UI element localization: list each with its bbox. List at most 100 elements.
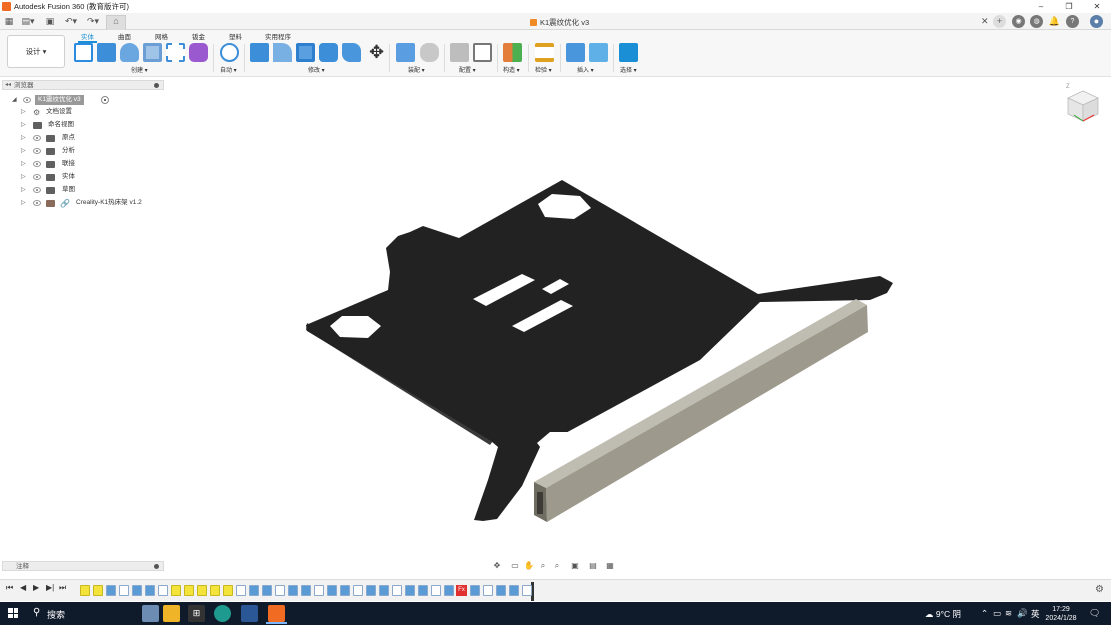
go-to-end-icon[interactable]: ⏭ (59, 583, 66, 593)
minimize-button[interactable]: – (1027, 0, 1055, 13)
tab-mesh[interactable]: 网格 (155, 31, 168, 41)
timeline-feature[interactable] (210, 585, 220, 596)
orbit-icon[interactable]: ✥ (492, 561, 502, 571)
group-select[interactable]: 选择 ▾ (620, 65, 637, 74)
timeline-feature[interactable] (93, 585, 103, 596)
timeline-feature[interactable] (522, 585, 532, 596)
ime-indicator[interactable]: 英 (1031, 608, 1040, 620)
timeline-feature[interactable] (353, 585, 363, 596)
press-pull-icon[interactable] (250, 43, 269, 62)
tree-item-bodies[interactable]: ▷ 实体 (0, 171, 180, 183)
timeline-feature[interactable] (392, 585, 402, 596)
grid-settings-icon[interactable]: ▤ (588, 561, 598, 571)
timeline-feature[interactable] (314, 585, 324, 596)
collapse-icon[interactable]: ◂◂ (5, 81, 11, 90)
timeline-error-feature[interactable]: Fx (456, 585, 467, 596)
timeline-feature[interactable] (236, 585, 246, 596)
insert-icon[interactable] (566, 43, 585, 62)
align-icon[interactable] (342, 43, 361, 62)
timeline-feature[interactable] (119, 585, 129, 596)
tab-close-icon[interactable]: ✕ (981, 16, 989, 27)
timeline-feature[interactable] (327, 585, 337, 596)
network-icon[interactable]: ▭ (993, 608, 1001, 619)
taskbar-file-explorer-icon[interactable] (163, 605, 180, 622)
weather-widget[interactable]: ☁ 9°C 阴 (925, 608, 961, 620)
expand-icon[interactable]: ▷ (21, 184, 26, 196)
eye-icon[interactable] (33, 200, 41, 206)
timeline-feature[interactable] (197, 585, 207, 596)
timeline-feature[interactable] (223, 585, 233, 596)
configure-icon[interactable] (450, 43, 469, 62)
timeline-feature[interactable] (106, 585, 116, 596)
timeline-feature[interactable] (262, 585, 272, 596)
help-icon[interactable]: ? (1066, 15, 1079, 28)
new-tab-icon[interactable]: + (993, 15, 1006, 28)
group-automate[interactable]: 自动 ▾ (220, 65, 237, 74)
document-tab[interactable]: K1震纹优化 v3 (530, 16, 589, 28)
data-panel-grid-icon[interactable]: ▦ (4, 16, 14, 27)
group-create[interactable]: 创建 ▾ (131, 65, 148, 74)
tree-item-sketches[interactable]: ▷ 草图 (0, 184, 180, 196)
expand-icon[interactable]: ▷ (21, 132, 26, 144)
tab-utilities[interactable]: 实用程序 (265, 31, 291, 41)
revolve-icon[interactable] (120, 43, 139, 62)
expand-icon[interactable]: ▷ (21, 145, 26, 157)
tray-chevron-icon[interactable]: ⌃ (981, 608, 988, 619)
fillet-icon[interactable] (273, 43, 292, 62)
pan-icon[interactable]: ✋ (524, 561, 534, 571)
group-configure[interactable]: 配置 ▾ (459, 65, 476, 74)
timeline-feature[interactable] (301, 585, 311, 596)
clock[interactable]: 17:29 2024/1/28 (1043, 605, 1079, 623)
expand-icon[interactable]: ◢ (12, 94, 17, 106)
timeline-feature[interactable] (275, 585, 285, 596)
expand-icon[interactable]: ▷ (21, 171, 26, 183)
image-icon[interactable] (589, 43, 608, 62)
zoom-icon[interactable]: ⌕ (538, 561, 548, 571)
extensions-icon[interactable]: ◉ (1012, 15, 1025, 28)
file-menu-icon[interactable]: ▤▾ (20, 16, 36, 27)
plane-icon[interactable] (503, 43, 522, 62)
home-tab[interactable]: ⌂ (106, 15, 126, 30)
timeline-feature[interactable] (483, 585, 493, 596)
avatar[interactable]: ● (1090, 15, 1103, 28)
redo-icon[interactable]: ↷▾ (85, 16, 101, 27)
new-component-icon[interactable] (396, 43, 415, 62)
volume-icon[interactable]: 🔊 (1017, 608, 1028, 619)
wifi-icon[interactable]: ≋ (1005, 608, 1012, 619)
undo-icon[interactable]: ↶▾ (63, 16, 79, 27)
eye-icon[interactable] (33, 174, 41, 180)
taskbar-search[interactable]: 搜索 (47, 608, 65, 621)
tab-solid[interactable]: 实体 (78, 31, 97, 43)
group-modify[interactable]: 修改 ▾ (308, 65, 325, 74)
tab-sheet-metal[interactable]: 钣金 (192, 31, 205, 41)
expand-icon[interactable]: ▷ (21, 106, 26, 118)
timeline-feature[interactable] (80, 585, 90, 596)
timeline-feature[interactable] (431, 585, 441, 596)
look-at-icon[interactable]: ▭ (510, 561, 520, 571)
timeline-feature[interactable] (158, 585, 168, 596)
move-icon[interactable]: ✥ (367, 43, 386, 62)
display-settings-icon[interactable]: ▣ (570, 561, 580, 571)
timeline-feature[interactable] (340, 585, 350, 596)
eye-icon[interactable] (33, 161, 41, 167)
select-icon[interactable] (619, 43, 638, 62)
group-construct[interactable]: 构造 ▾ (503, 65, 520, 74)
automate-icon[interactable] (220, 43, 239, 62)
group-inspect[interactable]: 检验 ▾ (535, 65, 552, 74)
table-icon[interactable] (473, 43, 492, 62)
eye-icon[interactable] (33, 135, 41, 141)
taskbar-edge-icon[interactable] (214, 605, 231, 622)
tree-item-origin[interactable]: ▷ 原点 (0, 132, 180, 144)
measure-icon[interactable] (535, 43, 554, 62)
joint-icon[interactable] (420, 43, 439, 62)
timeline-feature[interactable] (444, 585, 454, 596)
eye-icon[interactable] (33, 187, 41, 193)
tab-plastic[interactable]: 塑料 (229, 31, 242, 41)
tree-item-named-views[interactable]: ▷ 命名视图 (0, 119, 180, 131)
notification-center-icon[interactable]: 🗨 (1089, 608, 1100, 619)
timeline-feature[interactable] (509, 585, 519, 596)
group-assemble[interactable]: 装配 ▾ (408, 65, 425, 74)
search-icon[interactable]: ⚲ (33, 607, 40, 618)
timeline-feature[interactable] (496, 585, 506, 596)
notifications-icon[interactable]: 🔔 (1048, 15, 1061, 28)
